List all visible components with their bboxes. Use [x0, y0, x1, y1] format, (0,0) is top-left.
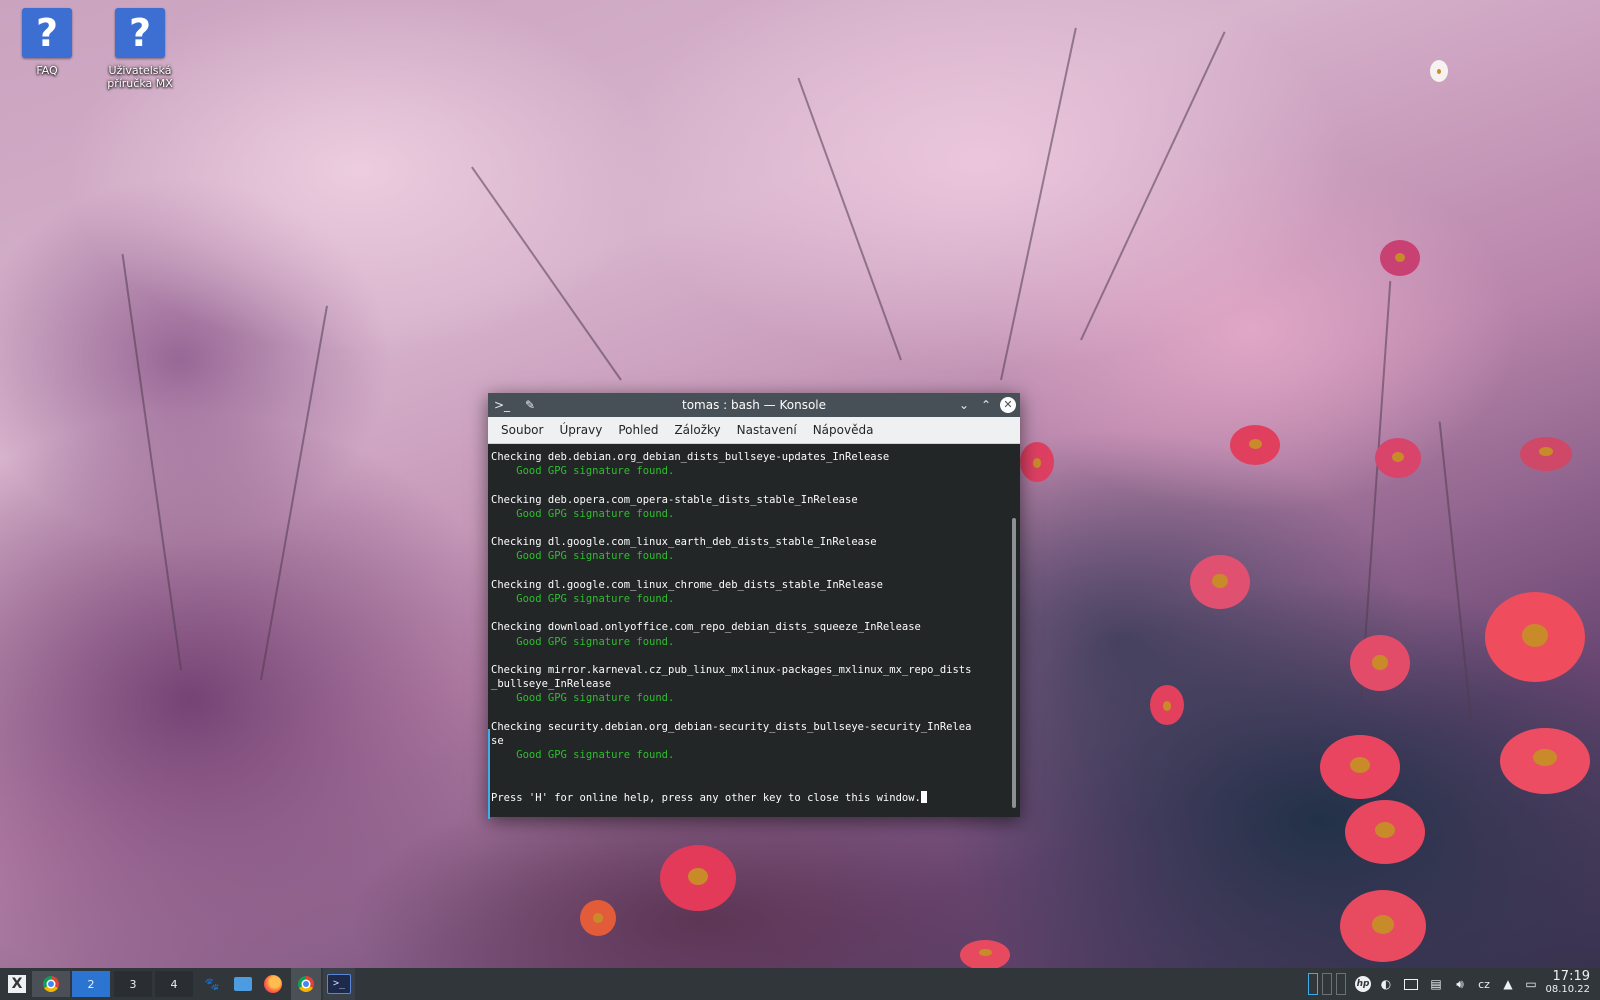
desktop-icon-label: Uživatelská příručka MX [107, 64, 173, 90]
terminal-line: Checking security.debian.org_debian-secu… [491, 720, 972, 733]
pager-desktop-3[interactable]: 3 [114, 971, 152, 997]
terminal-icon: >_ [327, 974, 351, 994]
terminal-line: se [491, 735, 504, 748]
terminal-line: Good GPG signature found. [491, 635, 675, 648]
clock-time: 17:19 [1552, 969, 1590, 984]
tray-update[interactable]: ◐ [1376, 968, 1396, 1000]
terminal-line: Checking download.onlyoffice.com_repo_de… [491, 621, 921, 634]
file-manager-launcher[interactable] [230, 968, 256, 1000]
terminal-line: Good GPG signature found. [491, 692, 675, 705]
window-titlebar[interactable]: >_ ✎ tomas : bash — Konsole ⌄ ⌃ ✕ [488, 393, 1020, 417]
pager-label: 2 [87, 977, 95, 991]
desktop-icon-label: FAQ [36, 64, 58, 77]
workspace-icon [1336, 973, 1346, 995]
workspace-icon [1308, 973, 1318, 995]
window-title: tomas : bash — Konsole [682, 398, 826, 412]
terminal-line: Checking deb.opera.com_opera-stable_dist… [491, 493, 858, 506]
clock-date: 08.10.22 [1545, 984, 1590, 995]
terminal-cursor [920, 790, 927, 803]
pager-label: 3 [129, 977, 137, 991]
pager-desktop-2[interactable]: 2 [72, 971, 110, 997]
chrome-icon [43, 976, 59, 992]
terminal-scrollbar[interactable] [1012, 518, 1016, 808]
terminal-marker [488, 729, 490, 819]
pager-desktop-4[interactable]: 4 [155, 971, 193, 997]
close-button[interactable]: ✕ [1000, 397, 1016, 413]
maximize-button[interactable]: ⌃ [978, 397, 994, 413]
pager-label: 4 [170, 977, 178, 991]
terminal-line: Good GPG signature found. [491, 507, 675, 520]
terminal-line: Good GPG signature found. [491, 749, 675, 762]
chrome-icon [298, 976, 314, 992]
taskbar-chrome[interactable] [291, 968, 321, 1000]
menu-nastaveni[interactable]: Nastavení [729, 423, 805, 437]
keyboard-layout-label: cz [1478, 977, 1490, 991]
hp-icon: hp [1355, 976, 1371, 992]
shield-icon: ◐ [1380, 977, 1392, 991]
tray-show-desktop[interactable]: ▭ [1520, 968, 1542, 1000]
monitor-icon: ▭ [1525, 977, 1537, 991]
menu-zalozky[interactable]: Záložky [666, 423, 728, 437]
tray-keyboard-layout[interactable]: cz [1474, 968, 1494, 1000]
folder-icon [234, 977, 252, 991]
menu-upravy[interactable]: Úpravy [551, 423, 610, 437]
clipboard-icon: ▤ [1430, 977, 1442, 991]
tray-expand[interactable]: ▲ [1498, 968, 1518, 1000]
menu-soubor[interactable]: Soubor [493, 423, 551, 437]
terminal-line: Good GPG signature found. [491, 550, 675, 563]
desktop-icon-user-guide[interactable]: ? Uživatelská příručka MX [90, 8, 190, 90]
minimize-button[interactable]: ⌄ [956, 397, 972, 413]
pager-desktop-1[interactable] [32, 971, 70, 997]
terminal-line: Checking dl.google.com_linux_earth_deb_d… [491, 536, 877, 549]
help-icon: ? [22, 8, 72, 58]
terminal-line: _bullseye_InRelease [491, 678, 612, 691]
terminal-output[interactable]: Checking deb.debian.org_debian_dists_bul… [488, 444, 1020, 817]
tray-desktop-switch[interactable] [1297, 968, 1357, 1000]
volume-icon: 🔊︎ [1456, 976, 1464, 991]
terminal-line: Checking dl.google.com_linux_chrome_deb_… [491, 578, 883, 591]
help-icon: ? [115, 8, 165, 58]
tray-hp[interactable]: hp [1352, 968, 1374, 1000]
terminal-line: Good GPG signature found. [491, 465, 675, 478]
desktop-icon-faq[interactable]: ? FAQ [0, 8, 97, 77]
terminal-line: Press 'H' for online help, press any oth… [491, 790, 1020, 805]
terminal-line: Checking deb.debian.org_debian_dists_bul… [491, 451, 890, 463]
tray-network[interactable] [1400, 968, 1422, 1000]
clock[interactable]: 17:19 08.10.22 [1545, 970, 1590, 996]
menu-bar: Soubor Úpravy Pohled Záložky Nastavení N… [488, 417, 1020, 444]
firefox-icon [264, 975, 282, 993]
terminal-line: Checking mirror.karneval.cz_pub_linux_mx… [491, 664, 972, 677]
dog-launcher[interactable]: 🐾 [200, 968, 224, 1000]
dog-icon: 🐾 [204, 977, 220, 991]
konsole-window[interactable]: >_ ✎ tomas : bash — Konsole ⌄ ⌃ ✕ Soubor… [488, 393, 1020, 819]
application-menu-button[interactable]: X [4, 968, 30, 1000]
menu-napoveda[interactable]: Nápověda [805, 423, 882, 437]
taskbar-konsole[interactable]: >_ [323, 968, 355, 1000]
firefox-launcher[interactable] [260, 968, 286, 1000]
tray-clipboard[interactable]: ▤ [1426, 968, 1446, 1000]
mx-logo-icon: X [8, 975, 26, 993]
chevron-up-icon: ▲ [1503, 977, 1513, 991]
network-icon [1404, 978, 1418, 990]
tray-volume[interactable]: 🔊︎ [1450, 968, 1470, 1000]
workspace-icon [1322, 973, 1332, 995]
terminal-line: Good GPG signature found. [491, 593, 675, 606]
menu-pohled[interactable]: Pohled [610, 423, 666, 437]
taskbar: X 2 3 4 🐾 >_ hp ◐ ▤ 🔊︎ cz ▲ ▭ 17:19 08.1… [0, 968, 1600, 1000]
